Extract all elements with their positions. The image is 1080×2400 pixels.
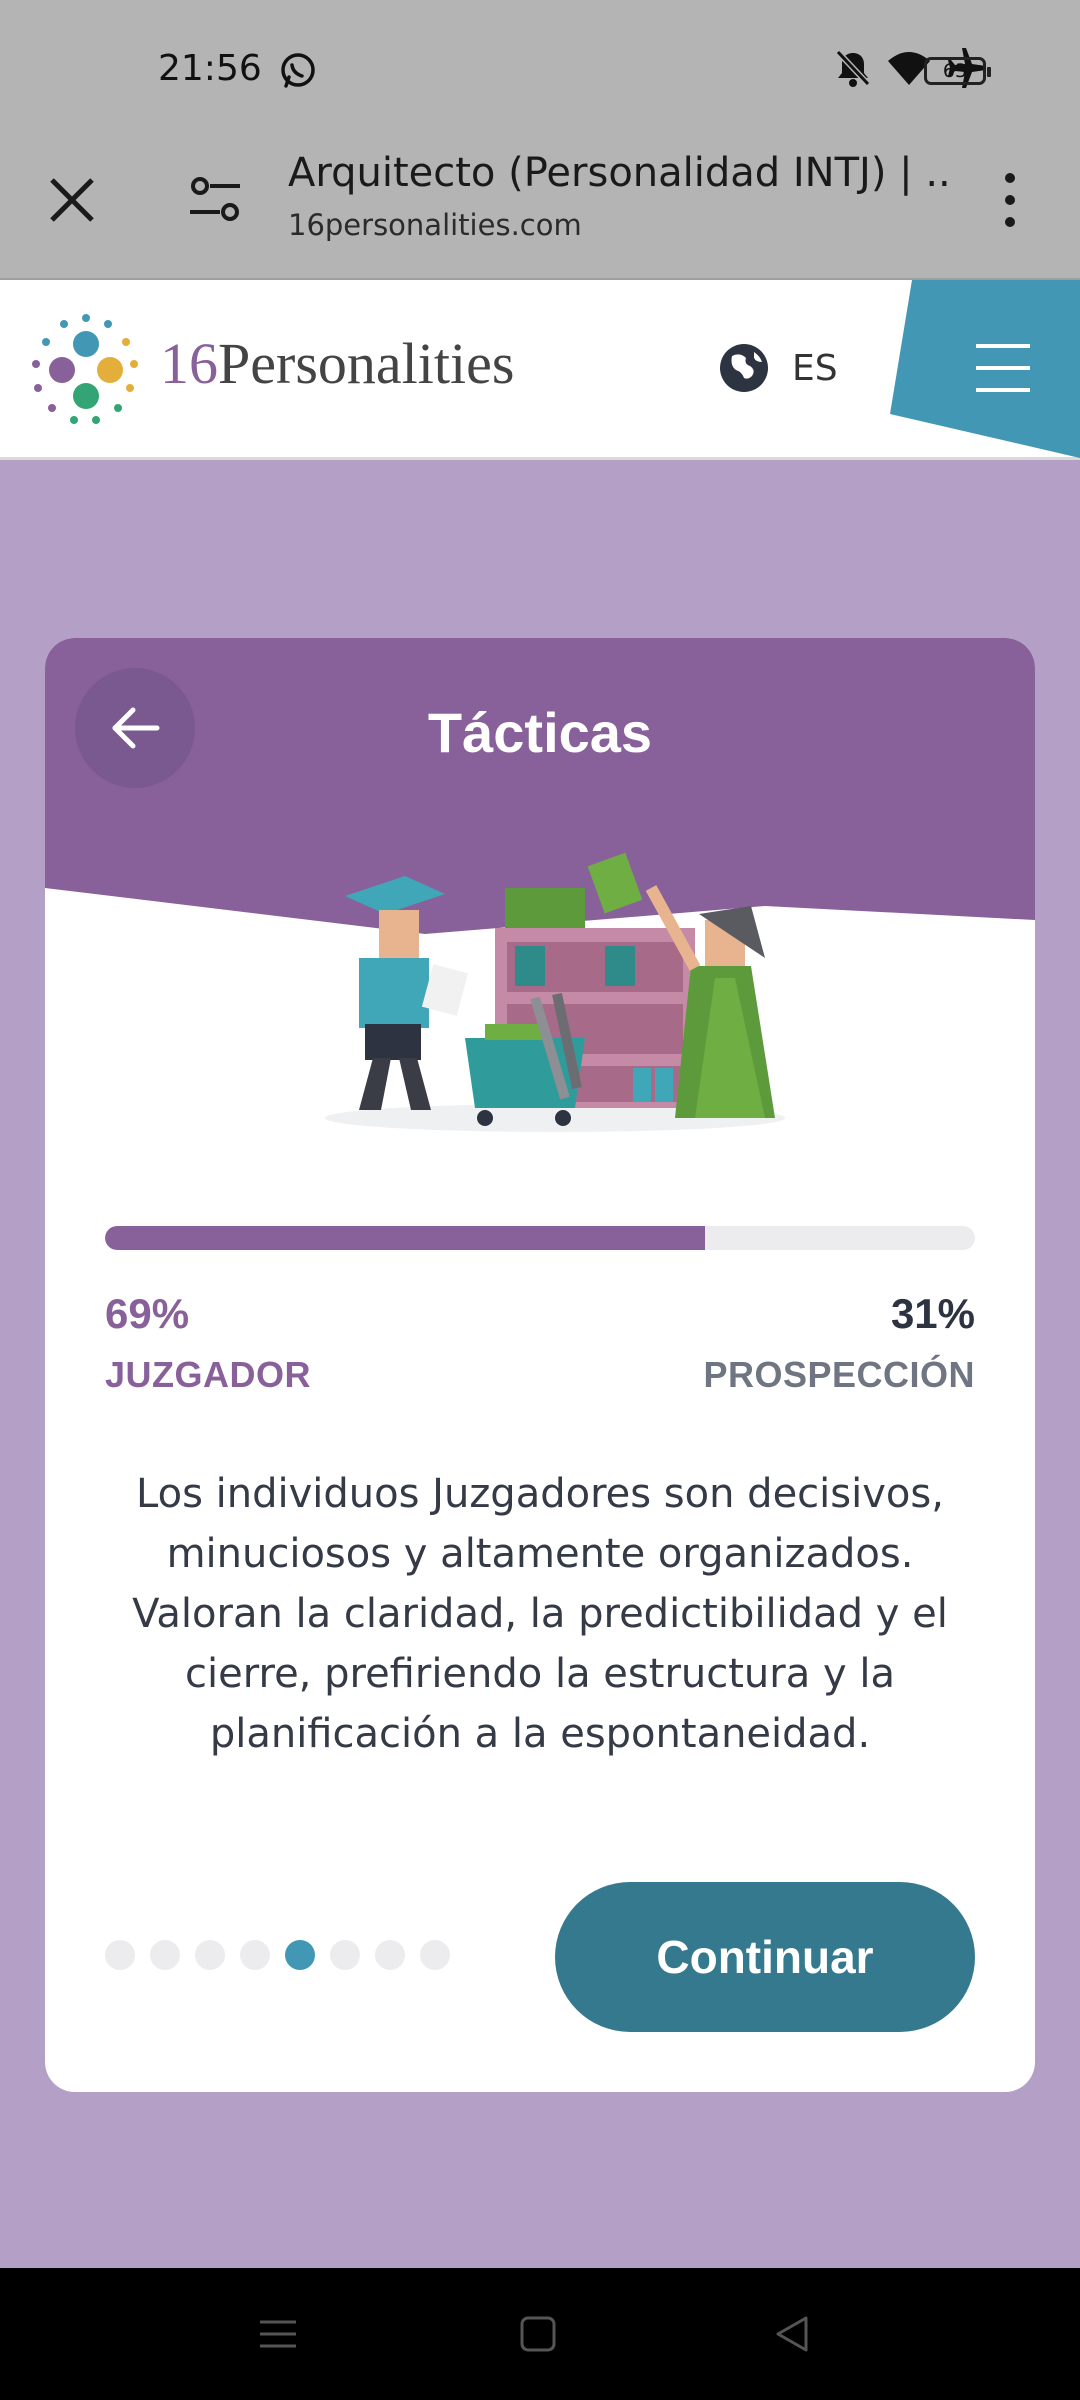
tactics-illustration	[325, 852, 785, 1132]
tab-url[interactable]: 16personalities.com	[288, 208, 582, 242]
trait-description: Los individuos Juzgadores son decisivos,…	[132, 1471, 948, 1757]
pagination-dots	[105, 1940, 450, 1970]
pagination-dot	[195, 1940, 225, 1970]
menu-icon[interactable]	[890, 280, 1080, 460]
pagination-dot	[150, 1940, 180, 1970]
left-trait-label: JUZGADOR	[105, 1354, 312, 1395]
language-selector[interactable]: ES	[792, 348, 838, 389]
pagination-dot	[240, 1940, 270, 1970]
whatsapp-icon	[281, 53, 315, 88]
home-icon[interactable]	[516, 2312, 560, 2356]
tune-icon[interactable]	[186, 172, 246, 228]
left-percent: 69%	[105, 1290, 190, 1337]
recents-icon[interactable]	[256, 2312, 300, 2356]
back-icon[interactable]	[770, 2312, 814, 2356]
logo-wordmark[interactable]: 16Personalities	[160, 330, 514, 397]
right-percent: 31%	[890, 1290, 975, 1337]
logo-icon[interactable]	[26, 310, 146, 430]
battery-icon: 63	[924, 57, 991, 85]
status-bar: 21:56 63	[0, 0, 1080, 132]
more-vert-icon[interactable]	[990, 168, 1030, 232]
card-title: Tácticas	[427, 701, 653, 764]
pagination-dot	[330, 1940, 360, 1970]
pagination-dot	[420, 1940, 450, 1970]
progress-bar	[105, 1226, 975, 1250]
globe-icon[interactable]	[718, 342, 770, 394]
trait-card: Tácticas 69% 31% JUZGADOR PROSPECCIÓN Lo…	[45, 638, 1035, 2092]
close-icon[interactable]	[44, 172, 100, 228]
progress-fill	[105, 1226, 706, 1250]
pagination-dot-active	[285, 1940, 315, 1970]
site-header: 16Personalities ES	[0, 280, 1080, 460]
pagination-dot	[375, 1940, 405, 1970]
system-nav-bar	[0, 2268, 1080, 2400]
browser-toolbar: Arquitecto (Personalidad INTJ) | ... 16p…	[0, 132, 1080, 280]
continue-button[interactable]: Continuar	[555, 1882, 975, 2032]
right-trait-label: PROSPECCIÓN	[703, 1354, 975, 1395]
bell-off-icon	[835, 49, 871, 87]
tab-title[interactable]: Arquitecto (Personalidad INTJ) | ...	[288, 150, 948, 196]
status-time: 21:56	[158, 48, 262, 89]
pagination-dot	[105, 1940, 135, 1970]
